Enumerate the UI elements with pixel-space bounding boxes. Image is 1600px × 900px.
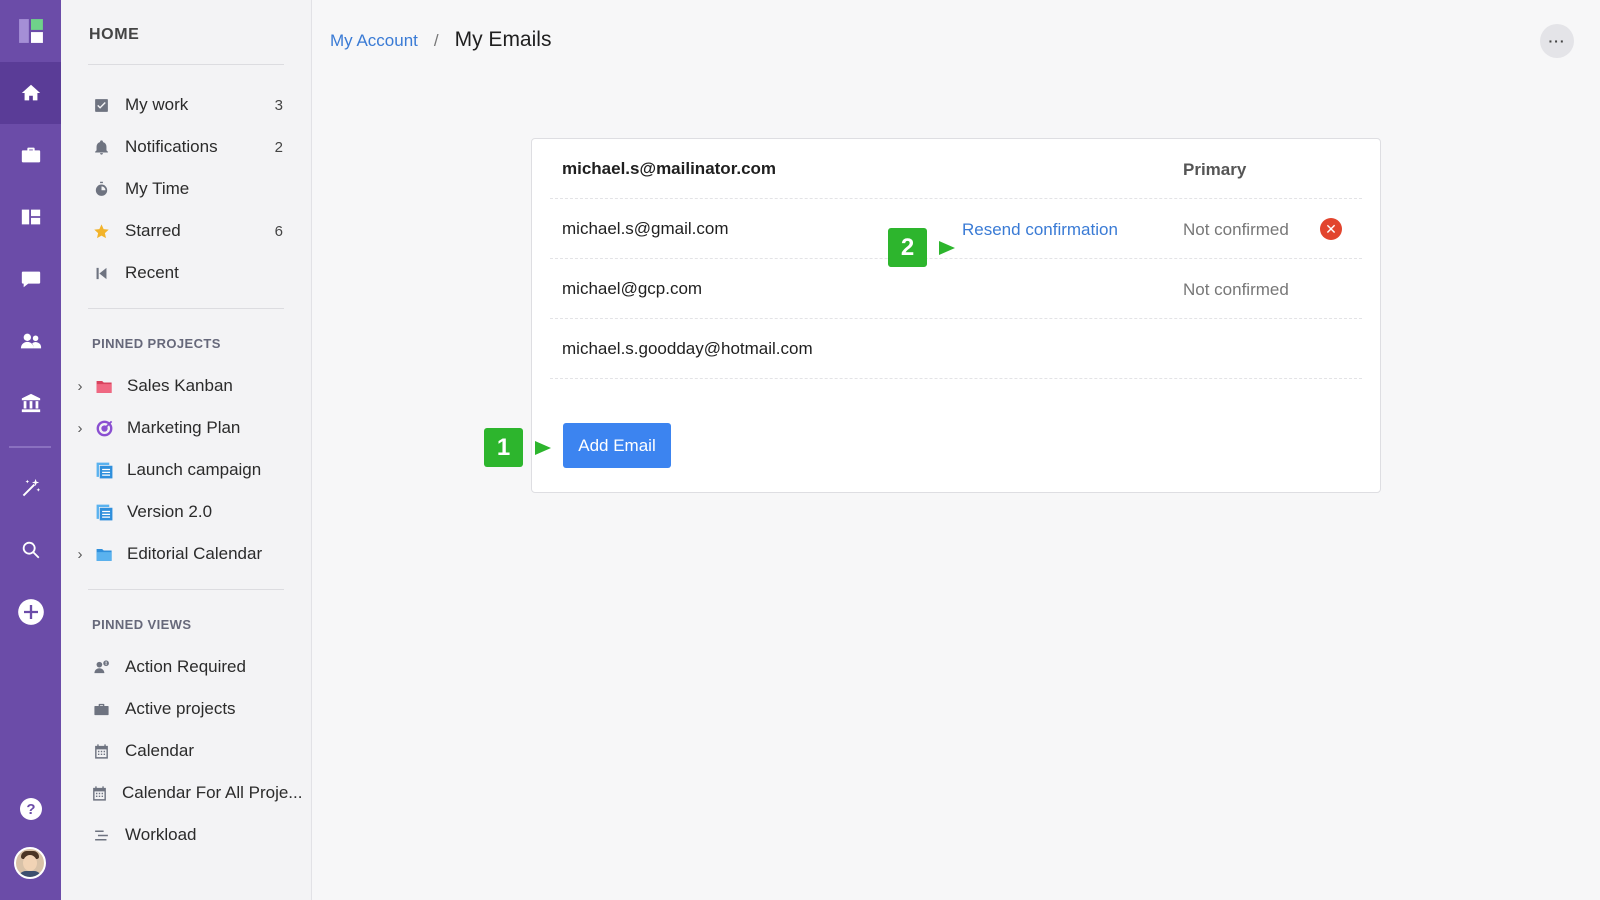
list-doc-icon [93,501,115,523]
delete-email-button[interactable]: ✕ [1320,218,1342,240]
count-badge: 6 [274,222,283,240]
help-icon[interactable]: ? [0,778,61,840]
status-label: Not confirmed [1183,220,1289,239]
sidebar-item-label: Notifications [125,137,218,156]
status-label: Not confirmed [1183,280,1289,299]
add-email-button[interactable]: Add Email [563,423,671,468]
logo-icon[interactable] [0,0,61,62]
sidebar-divider [88,308,284,309]
sidebar-view-calendar-all-projects[interactable]: Calendar For All Proje... [88,778,302,808]
step-arrow-icon [939,241,955,255]
list-doc-icon [93,459,115,481]
sidebar-item-my-work[interactable]: My work 3 [88,90,288,120]
calendar-icon [91,783,108,803]
sidebar-project-version-2[interactable]: Version 2.0 [73,497,308,527]
project-label: Marketing Plan [127,418,241,437]
plus-circle-icon[interactable] [0,581,61,643]
page-title: My Emails [454,28,552,51]
pinned-views-heading: PINNED VIEWS [92,617,192,632]
email-address: michael.s@mailinator.com [562,159,777,178]
folder-icon [93,375,115,397]
breadcrumb-separator: / [433,31,439,50]
target-icon [93,417,115,439]
dashboard-icon[interactable] [0,186,61,248]
sidebar-view-workload[interactable]: Workload [88,820,288,850]
project-label: Sales Kanban [127,376,233,395]
sidebar-item-label: My work [125,95,189,114]
briefcase-icon [91,699,111,719]
chevron-right-icon[interactable]: › [73,546,87,563]
rail-divider [9,446,51,448]
sidebar-item-label: Calendar For All Proje... [122,783,303,802]
more-options-button[interactable]: ··· [1540,24,1574,58]
sidebar-item-notifications[interactable]: Notifications 2 [88,132,288,162]
sidebar-item-label: My Time [125,179,190,198]
sidebar-item-label: Calendar [125,741,194,760]
chevron-right-icon[interactable]: › [73,420,87,437]
sidebar-project-marketing-plan[interactable]: › Marketing Plan [73,413,308,443]
sidebar-item-label: Action Required [125,657,246,676]
avatar[interactable] [14,847,46,879]
home-icon[interactable] [0,62,61,124]
email-row: michael@gcp.com Not confirmed [550,259,1362,319]
sidebar-view-active-projects[interactable]: Active projects [88,694,288,724]
sidebar-item-label: Recent [125,263,179,282]
user-alert-icon [91,657,111,677]
sidebar-view-calendar[interactable]: Calendar [88,736,288,766]
email-address: michael.s.goodday@hotmail.com [562,339,813,358]
step-arrow-icon [535,441,551,455]
project-label: Editorial Calendar [127,544,263,563]
chat-icon[interactable] [0,248,61,310]
email-row: michael.s@gmail.com Resend confirmation … [550,199,1362,259]
recent-icon [91,263,111,283]
sidebar-view-action-required[interactable]: Action Required [88,652,288,682]
chevron-right-icon[interactable]: › [73,378,87,395]
sidebar-item-label: Active projects [125,699,236,718]
people-icon[interactable] [0,310,61,372]
sidebar-divider [88,589,284,590]
svg-text:?: ? [26,801,35,818]
count-badge: 2 [274,138,283,156]
sidebar-project-sales-kanban[interactable]: › Sales Kanban [73,371,308,401]
star-icon [91,221,111,241]
step-marker-1: 1 [484,428,523,467]
sidebar-item-label: Workload [125,825,197,844]
breadcrumb: My Account / My Emails [330,28,551,52]
breadcrumb-my-account-link[interactable]: My Account [330,31,418,51]
sidebar-home-heading: HOME [89,26,140,43]
project-label: Version 2.0 [127,502,213,521]
primary-label: Primary [1183,160,1247,179]
emails-card: michael.s@mailinator.com Primary michael… [531,138,1381,493]
sidebar: HOME My work 3 Notifications 2 My Time S… [61,0,312,900]
calendar-icon [91,741,111,761]
sidebar-item-my-time[interactable]: My Time [88,174,288,204]
icon-rail: ? [0,0,61,900]
step-marker-2: 2 [888,228,927,267]
project-label: Launch campaign [127,460,262,479]
briefcase-icon[interactable] [0,124,61,186]
resend-confirmation-link[interactable]: Resend confirmation [962,220,1118,240]
bell-icon [91,137,111,157]
sidebar-project-launch-campaign[interactable]: Launch campaign [73,455,308,485]
sidebar-divider [88,64,284,65]
sidebar-project-editorial-calendar[interactable]: › Editorial Calendar [73,539,308,569]
sidebar-item-starred[interactable]: Starred 6 [88,216,288,246]
folder-icon [93,543,115,565]
search-icon[interactable] [0,519,61,581]
email-row: michael.s.goodday@hotmail.com [550,319,1362,379]
workload-icon [91,825,111,845]
count-badge: 3 [274,96,283,114]
pinned-projects-heading: PINNED PROJECTS [92,336,221,351]
sidebar-item-recent[interactable]: Recent [88,258,288,288]
stopwatch-icon [91,179,111,199]
email-address: michael@gcp.com [562,279,703,298]
email-row: michael.s@mailinator.com Primary [550,139,1362,199]
bank-icon[interactable] [0,372,61,434]
checkbox-icon [91,95,111,115]
sidebar-item-label: Starred [125,221,181,240]
email-address: michael.s@gmail.com [562,219,729,238]
magic-wand-icon[interactable] [0,457,61,519]
